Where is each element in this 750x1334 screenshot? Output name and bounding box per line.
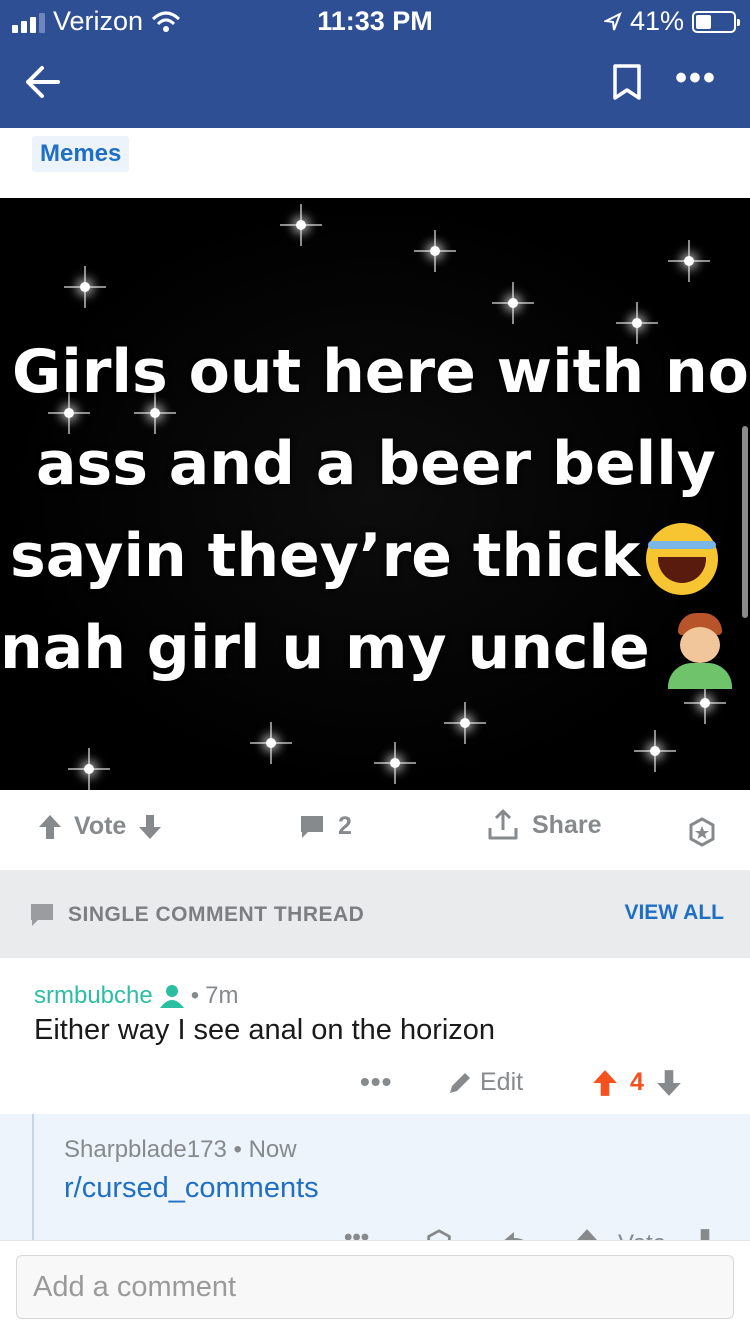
comments-button[interactable]: 2 [298, 812, 352, 841]
scroll-indicator[interactable] [742, 426, 748, 618]
comment-body: Either way I see anal on the horizon [34, 1014, 496, 1046]
reply-author[interactable]: Sharpblade173 [64, 1136, 227, 1163]
add-comment-input[interactable] [16, 1255, 734, 1319]
comment-more-button[interactable]: ••• [360, 1066, 392, 1098]
share-button[interactable]: Share [486, 808, 601, 842]
post-header: Memes [0, 128, 750, 198]
meme-line: ass and a beer belly [0, 418, 750, 510]
comment: srmbubche • 7m Either way I see anal on … [0, 958, 750, 1114]
battery-percent: 41% [629, 6, 684, 36]
edit-label: Edit [480, 1068, 524, 1096]
comment-icon [301, 815, 323, 838]
downvote-icon[interactable] [692, 1228, 718, 1240]
upvote-icon[interactable] [38, 814, 62, 840]
battery-icon [692, 10, 740, 33]
reply-icon[interactable] [500, 1230, 534, 1240]
meme-line-text: sayin they’re thick [10, 521, 641, 591]
post-action-bar: Vote 2 Share [0, 790, 750, 870]
upvote-icon[interactable] [574, 1228, 600, 1240]
downvote-icon[interactable] [138, 814, 162, 840]
post-image[interactable]: Girls out here with no ass and a beer be… [0, 198, 750, 790]
award-icon[interactable] [686, 816, 718, 848]
thread-title-label: SINGLE COMMENT THREAD [68, 903, 365, 926]
user-icon [159, 985, 184, 1008]
comment-count: 2 [338, 812, 352, 840]
location-arrow-icon [603, 11, 622, 30]
reply-actions: ••• Vote [0, 1224, 750, 1240]
meme-line-text: ass and a beer belly [36, 429, 716, 499]
meta-separator: • [190, 982, 200, 1009]
reply-meta: Sharpblade173 • Now [64, 1136, 297, 1164]
edit-button[interactable]: Edit [446, 1068, 523, 1097]
comment-icon [31, 904, 53, 926]
meta-separator: • [233, 1136, 242, 1163]
status-bar: Verizon 11:33 PM 41% [0, 0, 750, 42]
view-all-link[interactable]: VIEW ALL [624, 901, 724, 925]
meme-line-text: nah girl u my uncle [0, 613, 650, 683]
comment-composer [0, 1240, 750, 1334]
bookmark-icon[interactable] [610, 62, 644, 102]
meme-line: sayin they’re thick [0, 510, 750, 602]
top-bar: Verizon 11:33 PM 41% ••• [0, 0, 750, 128]
meme-line: nah girl u my uncle [0, 602, 750, 694]
post-flair[interactable]: Memes [32, 136, 130, 172]
meme-line: Girls out here with no [12, 337, 749, 407]
comment-meta: srmbubche • 7m [34, 982, 238, 1010]
comment-score: 4 [630, 1068, 644, 1096]
meme-caption: Girls out here with no ass and a beer be… [0, 326, 750, 694]
downvote-icon[interactable] [656, 1069, 682, 1097]
reply-comment: Sharpblade173 • Now r/cursed_comments ••… [0, 1114, 750, 1240]
vote-control: Vote [38, 812, 162, 841]
back-arrow-icon[interactable] [20, 60, 64, 104]
reply-vote-label: Vote [618, 1230, 666, 1240]
thread-title: SINGLE COMMENT THREAD [28, 901, 364, 929]
award-icon[interactable] [424, 1228, 454, 1240]
subreddit-link[interactable]: r/cursed_comments [64, 1172, 319, 1205]
comment-vote-control: 4 [592, 1068, 682, 1097]
nav-row: ••• [0, 48, 750, 118]
reply-more-button[interactable]: ••• [344, 1224, 369, 1240]
comment-author[interactable]: srmbubche [34, 982, 153, 1010]
thread-line [32, 1114, 34, 1240]
status-right: 41% [603, 6, 740, 37]
share-label: Share [532, 810, 602, 839]
comment-age: 7m [205, 982, 239, 1009]
vote-label: Vote [74, 812, 127, 840]
share-icon [488, 809, 518, 840]
pencil-icon [450, 1072, 470, 1093]
reply-age: Now [248, 1136, 297, 1163]
comment-actions: ••• Edit 4 [0, 1066, 750, 1106]
laughing-tears-emoji [646, 523, 719, 596]
upvote-icon[interactable] [592, 1069, 618, 1097]
thread-header: SINGLE COMMENT THREAD VIEW ALL [0, 870, 750, 958]
facepalm-emoji [664, 613, 736, 690]
more-icon[interactable]: ••• [672, 61, 720, 98]
